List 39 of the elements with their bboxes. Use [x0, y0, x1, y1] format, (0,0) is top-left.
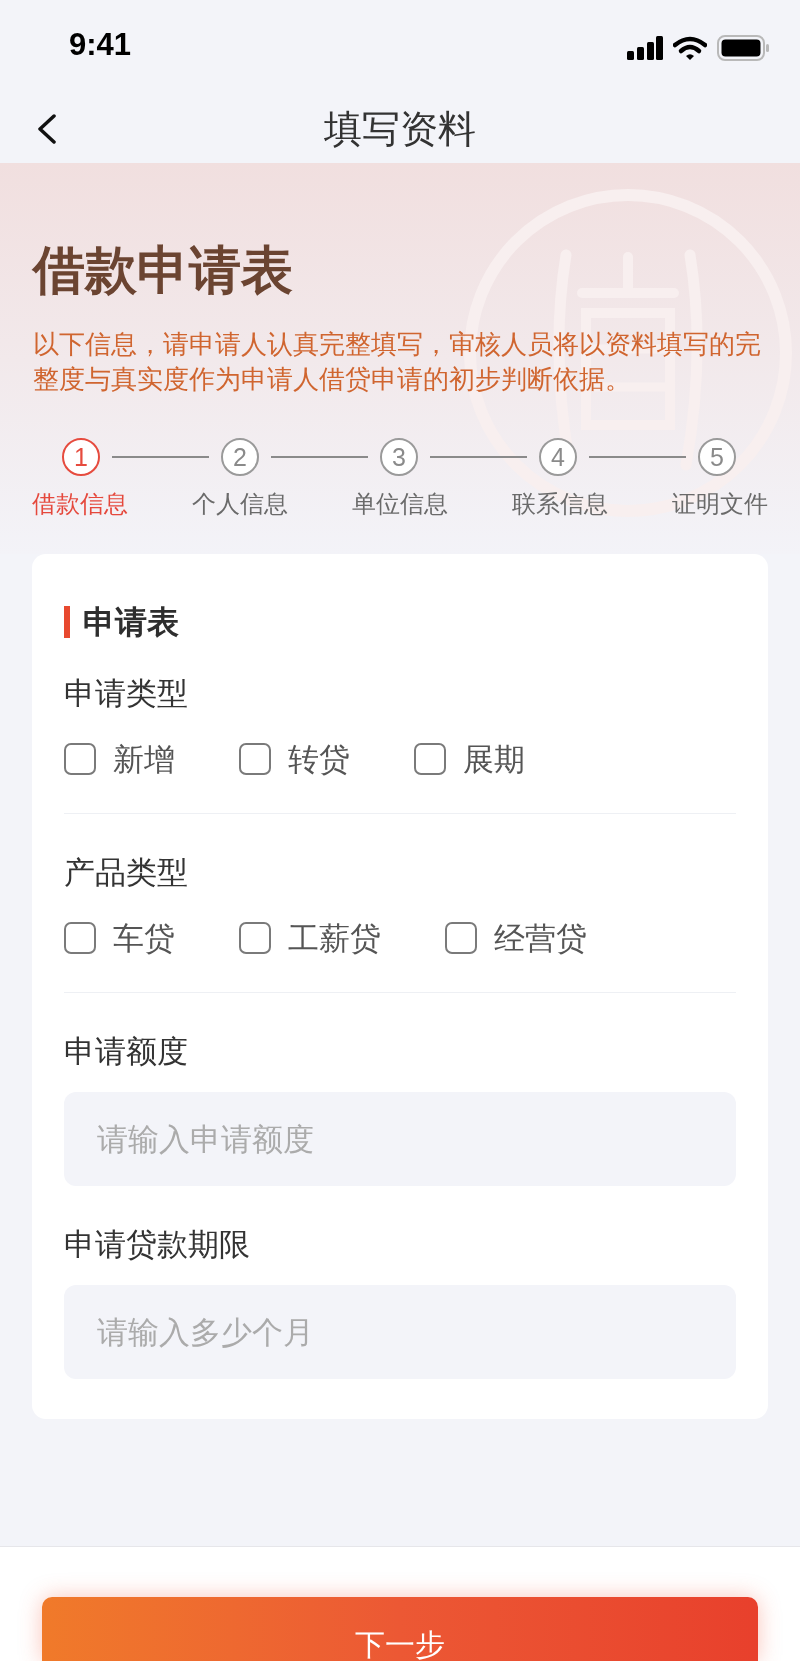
step-number: 3	[380, 438, 418, 476]
step-label: 单位信息	[352, 489, 448, 519]
step-number: 5	[698, 438, 736, 476]
option-label: 工薪贷	[288, 919, 381, 957]
checkbox[interactable]	[64, 743, 96, 775]
field-label: 申请类型	[64, 674, 189, 712]
checkbox[interactable]	[445, 922, 477, 954]
step-number: 1	[62, 438, 100, 476]
option-label: 展期	[463, 740, 525, 778]
option-label: 转贷	[288, 740, 350, 778]
field-label: 申请贷款期限	[64, 1225, 251, 1263]
checkbox[interactable]	[64, 922, 96, 954]
next-button[interactable]: 下一步	[42, 1597, 758, 1661]
form-description: 以下信息，请申请人认真完整填写，审核人员将以资料填写的完整度与真实度作为申请人借贷申请的初步判断依据。	[33, 328, 762, 396]
option-label: 车贷	[113, 919, 175, 957]
step-number: 2	[221, 438, 259, 476]
title-accent-bar	[64, 606, 70, 638]
back-icon[interactable]	[36, 113, 57, 144]
checkbox[interactable]	[414, 743, 446, 775]
form-heading: 借款申请表	[31, 239, 294, 301]
battery-icon	[717, 35, 769, 61]
step-label: 联系信息	[512, 489, 608, 519]
page-title: 填写资料	[324, 105, 476, 152]
checkbox[interactable]	[239, 743, 271, 775]
option-label: 经营贷	[494, 919, 587, 957]
field-label: 申请额度	[64, 1032, 189, 1070]
input-field[interactable]: 请输入多少个月	[64, 1285, 736, 1379]
status-time: 9:41	[69, 28, 132, 60]
section-title: 申请表	[83, 604, 179, 640]
step-label: 借款信息	[32, 489, 128, 519]
signal-icon	[627, 36, 663, 60]
input-field[interactable]: 请输入申请额度	[64, 1092, 736, 1186]
step-label: 个人信息	[192, 489, 288, 519]
option-label: 新增	[113, 740, 175, 778]
wifi-icon	[673, 35, 707, 61]
step-label: 证明文件	[672, 489, 768, 519]
checkbox[interactable]	[239, 922, 271, 954]
field-label: 产品类型	[64, 853, 189, 891]
step-number: 4	[539, 438, 577, 476]
